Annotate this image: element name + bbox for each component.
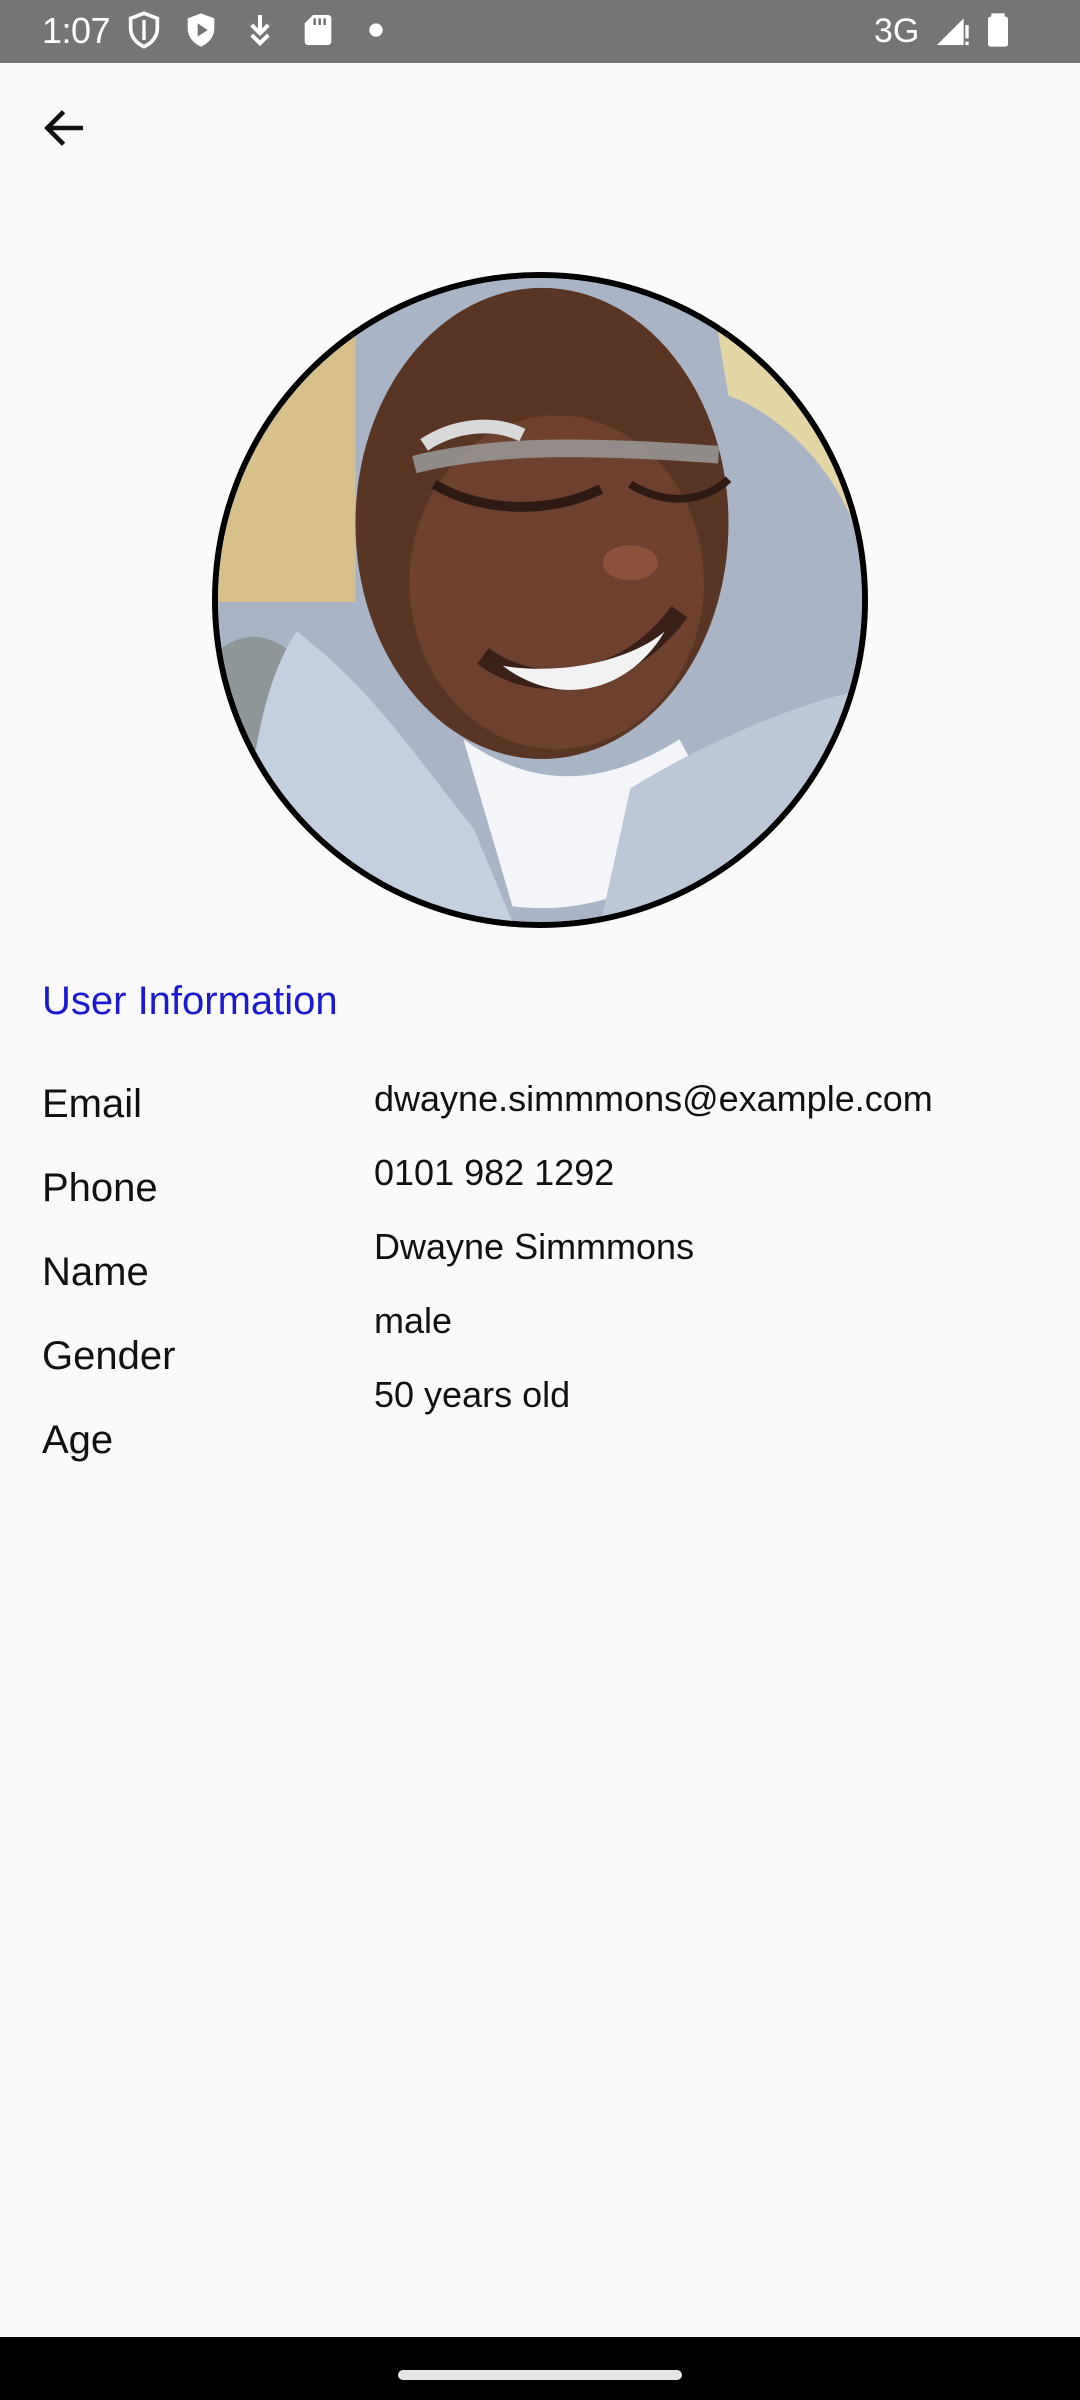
name-value: Dwayne Simmmons: [374, 1226, 695, 1267]
phone-value: 0101 982 1292: [374, 1152, 615, 1193]
arrow-left-icon: [44, 110, 83, 146]
dot-icon: [356, 10, 396, 50]
section-title: User Information: [42, 979, 338, 1023]
gender-value: male: [374, 1300, 453, 1341]
play-shield-icon: [181, 10, 221, 50]
info-labels: Email Phone Name Gender Age: [42, 1078, 362, 1498]
home-gesture-handle[interactable]: [398, 2370, 682, 2380]
name-label: Name: [42, 1250, 149, 1294]
status-time: 1:07: [42, 10, 111, 51]
signal-icon: [932, 10, 972, 50]
status-bar: 1:07 3G: [0, 0, 1080, 63]
network-type: 3G: [874, 12, 920, 50]
download-icon: [240, 10, 280, 50]
phone-label: Phone: [42, 1166, 158, 1210]
email-label: Email: [42, 1082, 143, 1126]
back-button[interactable]: [28, 92, 100, 164]
sd-card-icon: [298, 10, 338, 50]
navigation-bar: [0, 2337, 1080, 2400]
age-label: Age: [42, 1418, 114, 1462]
age-value: 50 years old: [374, 1374, 571, 1415]
email-value: dwayne.simmmons@example.com: [374, 1078, 933, 1119]
gender-label: Gender: [42, 1334, 176, 1378]
shield-icon: [124, 10, 164, 50]
user-detail-screen: 1:07 3G User Information Email Phone Nam…: [0, 0, 1080, 2400]
avatar: [212, 272, 868, 928]
info-values: dwayne.simmmons@example.com 0101 982 129…: [374, 1076, 1064, 1446]
battery-icon: [978, 10, 1018, 50]
